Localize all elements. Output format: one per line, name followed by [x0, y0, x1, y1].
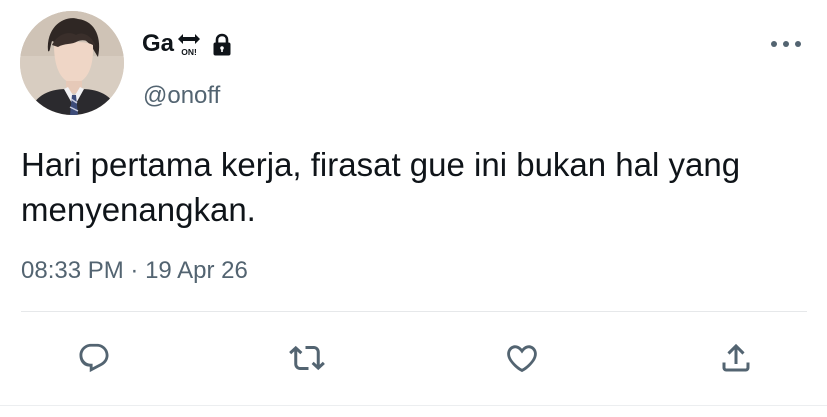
share-icon	[722, 343, 750, 372]
tweet-card: Ga ON! @onoff Hari pertama kerja, firasa…	[0, 0, 827, 417]
display-name-row: Ga ON!	[142, 28, 232, 60]
retweet-icon	[289, 345, 325, 371]
like-button[interactable]	[502, 338, 542, 378]
retweet-button[interactable]	[287, 338, 327, 378]
on-arrow-emoji-icon: ON!	[178, 34, 201, 57]
timestamp-separator: ·	[123, 257, 146, 284]
display-name[interactable]: Ga	[142, 32, 174, 56]
tweet-time: 08:33 PM	[21, 257, 124, 284]
heart-icon	[507, 345, 537, 373]
reply-icon	[79, 343, 109, 373]
divider	[21, 311, 807, 312]
avatar-image	[20, 11, 124, 115]
lock-icon	[213, 33, 231, 56]
tweet-text: Hari pertama kerja, firasat gue ini buka…	[21, 146, 741, 228]
user-handle[interactable]: @onoff	[143, 82, 220, 111]
emoji-label: ON!	[181, 47, 197, 57]
share-button[interactable]	[716, 338, 756, 378]
avatar[interactable]	[20, 11, 124, 115]
tweet-timestamp[interactable]: 08:33 PM · 19 Apr 26	[21, 256, 248, 286]
reply-button[interactable]	[74, 338, 114, 378]
bottom-divider	[0, 405, 827, 406]
more-horizontal-icon[interactable]	[768, 36, 804, 52]
tweet-date: 19 Apr 26	[145, 257, 248, 284]
